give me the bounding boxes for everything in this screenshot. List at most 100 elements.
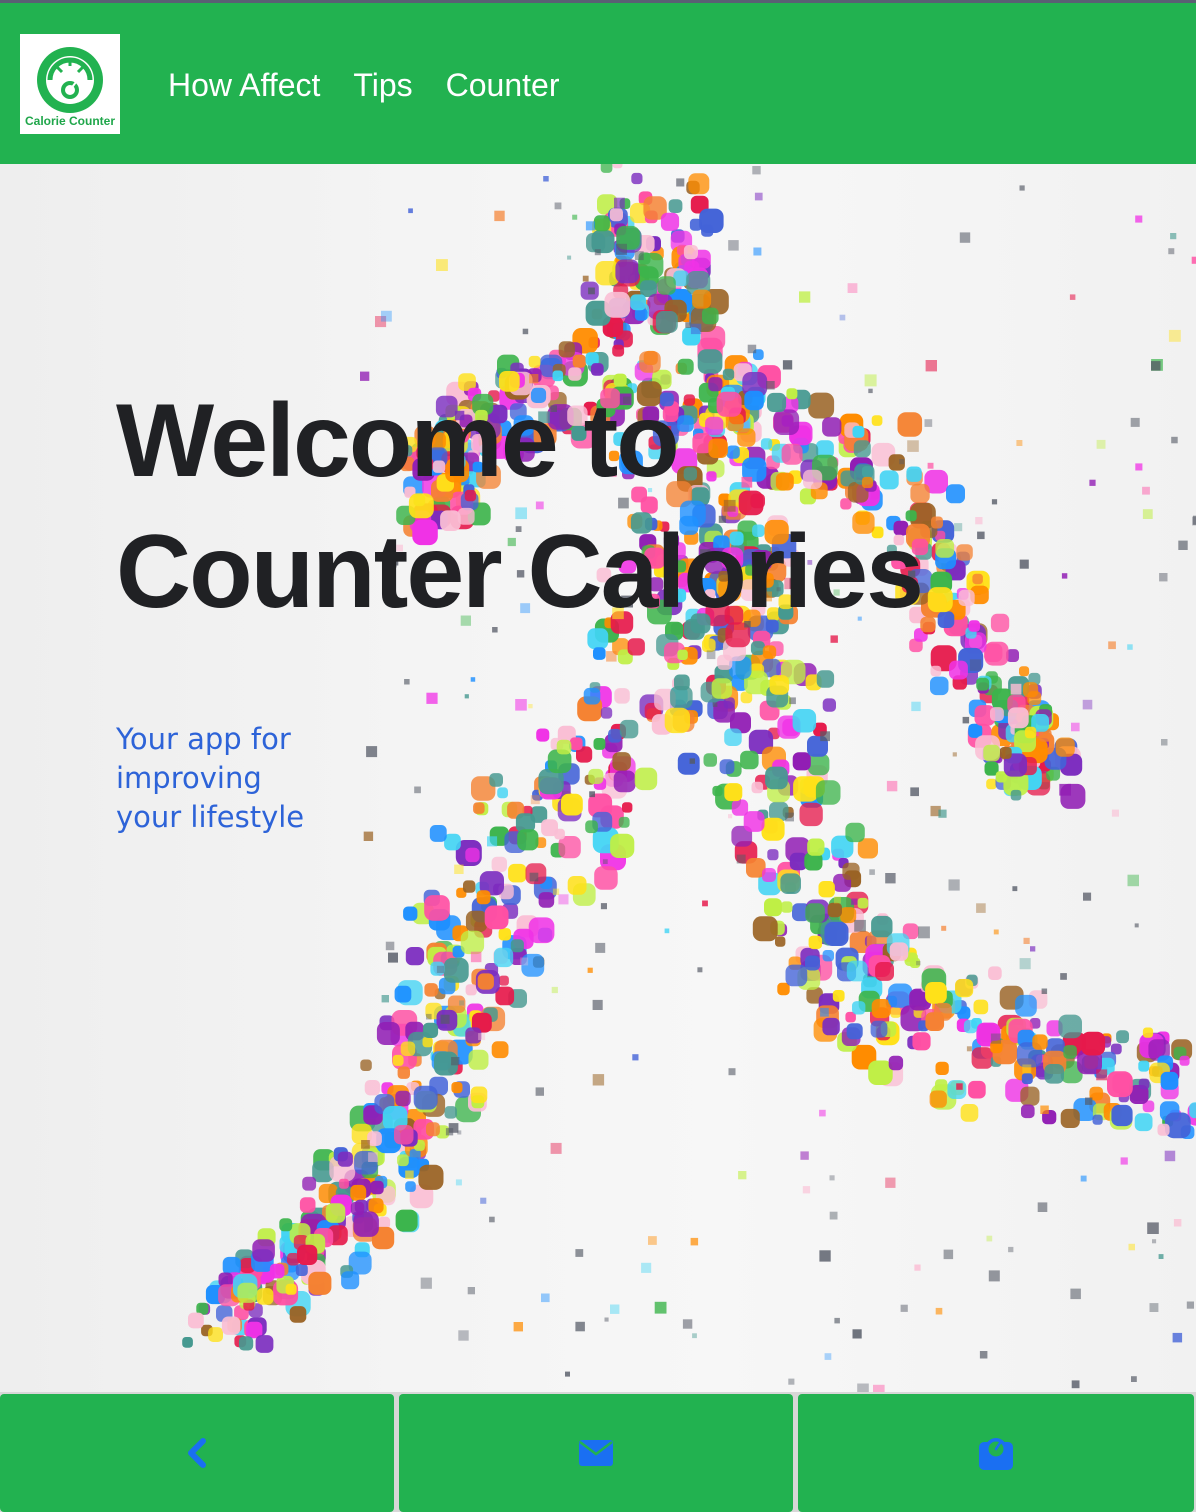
runner-dot bbox=[350, 1201, 365, 1216]
runner-dot bbox=[743, 811, 765, 832]
brand-logo[interactable]: Calorie Counter bbox=[20, 34, 120, 134]
runner-dot bbox=[1027, 691, 1042, 705]
runner-dot bbox=[604, 291, 631, 318]
scatter-speck bbox=[1059, 783, 1071, 796]
scatter-speck bbox=[690, 1237, 699, 1246]
main-nav: How Affect Tips Counter bbox=[168, 65, 592, 105]
runner-dot bbox=[610, 833, 635, 858]
scatter-speck bbox=[1152, 1239, 1157, 1244]
scatter-speck bbox=[541, 1293, 550, 1303]
runner-dot bbox=[781, 901, 793, 913]
runner-dot bbox=[702, 307, 719, 325]
runner-dot bbox=[846, 960, 868, 982]
scatter-speck bbox=[839, 314, 846, 321]
scatter-speck bbox=[956, 1083, 963, 1090]
runner-dot bbox=[182, 1337, 193, 1348]
runner-dot bbox=[1019, 666, 1030, 677]
runner-dot bbox=[256, 1288, 274, 1305]
back-button[interactable] bbox=[0, 1394, 394, 1512]
scatter-speck bbox=[405, 1170, 414, 1179]
scatter-speck bbox=[582, 275, 589, 282]
runner-dot bbox=[724, 783, 743, 802]
runner-dot bbox=[1157, 1123, 1170, 1136]
speedometer-icon bbox=[37, 47, 103, 113]
scatter-speck bbox=[1037, 1202, 1048, 1212]
runner-dot bbox=[561, 793, 583, 816]
scatter-speck bbox=[685, 322, 692, 328]
scatter-speck bbox=[1071, 722, 1080, 732]
runner-dot bbox=[252, 1239, 275, 1262]
scatter-speck bbox=[585, 221, 595, 231]
runner-dot bbox=[593, 738, 606, 750]
scatter-speck bbox=[754, 192, 763, 201]
scatter-speck bbox=[788, 1378, 795, 1385]
scatter-speck bbox=[385, 941, 395, 951]
runner-dot bbox=[929, 1090, 947, 1108]
scatter-speck bbox=[614, 197, 625, 209]
scatter-speck bbox=[1089, 479, 1096, 486]
runner-dot bbox=[890, 1007, 901, 1018]
scatter-speck bbox=[552, 888, 560, 895]
scatter-speck bbox=[834, 896, 841, 904]
mail-button[interactable] bbox=[399, 1394, 793, 1512]
runner-dot bbox=[370, 1180, 384, 1195]
runner-dot bbox=[536, 728, 550, 742]
scatter-speck bbox=[404, 679, 410, 685]
runner-dot bbox=[476, 890, 491, 905]
scatter-speck bbox=[522, 328, 529, 335]
scatter-speck bbox=[565, 1371, 570, 1377]
scatter-speck bbox=[587, 967, 593, 973]
runner-dot bbox=[1138, 1060, 1150, 1072]
nav-link-how-affect[interactable]: How Affect bbox=[168, 65, 320, 105]
nav-link-tips[interactable]: Tips bbox=[353, 65, 412, 105]
runner-dot bbox=[376, 1022, 400, 1045]
scatter-speck bbox=[925, 360, 937, 372]
runner-dot bbox=[405, 1181, 416, 1192]
scatter-speck bbox=[676, 178, 685, 187]
runner-dot bbox=[990, 707, 1004, 721]
scatter-speck bbox=[1130, 417, 1140, 427]
scatter-speck bbox=[885, 873, 896, 884]
runner-dot bbox=[703, 753, 717, 767]
runner-dot bbox=[775, 936, 786, 947]
scatter-speck bbox=[1159, 573, 1168, 582]
scatter-speck bbox=[520, 957, 529, 966]
runner-dot bbox=[785, 964, 808, 987]
scatter-speck bbox=[594, 249, 601, 256]
runner-dot bbox=[1189, 1102, 1196, 1119]
scatter-speck bbox=[1012, 886, 1018, 892]
scatter-speck bbox=[588, 287, 595, 295]
runner-dot bbox=[842, 862, 860, 880]
runner-dot bbox=[238, 1336, 254, 1351]
runner-dot bbox=[816, 670, 835, 688]
runner-dot bbox=[799, 802, 823, 827]
nav-link-counter[interactable]: Counter bbox=[446, 65, 560, 105]
runner-dot bbox=[297, 1244, 318, 1265]
runner-dot bbox=[767, 849, 779, 861]
scatter-speck bbox=[459, 1000, 465, 1006]
scatter-speck bbox=[747, 344, 757, 354]
scatter-speck bbox=[515, 699, 527, 711]
runner-dot bbox=[465, 910, 488, 933]
runner-dot bbox=[424, 983, 438, 997]
scatter-speck bbox=[529, 872, 539, 882]
scatter-speck bbox=[938, 809, 947, 818]
runner-dot bbox=[470, 1086, 488, 1104]
scatter-speck bbox=[558, 894, 569, 905]
runner-dot bbox=[822, 1017, 840, 1036]
runner-dot bbox=[719, 759, 735, 775]
runner-dot bbox=[752, 916, 778, 942]
scatter-speck bbox=[470, 951, 482, 963]
hero-subtitle-line1: Your app for improving bbox=[116, 722, 291, 795]
runner-dot bbox=[368, 1198, 384, 1214]
scatter-speck bbox=[381, 310, 392, 322]
runner-dot bbox=[846, 1023, 863, 1040]
scatter-speck bbox=[381, 995, 389, 1003]
scatter-speck bbox=[847, 283, 858, 293]
runner-dot bbox=[395, 1090, 411, 1107]
scatter-speck bbox=[952, 752, 957, 757]
calorie-scale-button[interactable] bbox=[798, 1394, 1194, 1512]
scatter-speck bbox=[824, 1353, 832, 1360]
runner-dot bbox=[1024, 726, 1037, 739]
runner-dot bbox=[424, 895, 450, 921]
